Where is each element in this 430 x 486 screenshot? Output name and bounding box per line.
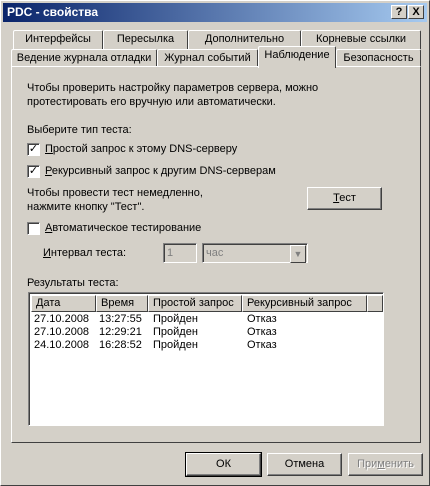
row-simple: Пройден (153, 313, 198, 325)
intro-text-line1: Чтобы проверить настройку параметров сер… (27, 82, 319, 94)
row-date: 24.10.2008 (34, 339, 90, 351)
interval-unit-value: час (206, 247, 224, 259)
row-time: 13:27:55 (99, 313, 142, 325)
column-header-filler (367, 295, 383, 312)
properties-dialog: PDC - свойства ? X Интерфейсы Пересылка … (0, 0, 430, 486)
column-header-simple-query[interactable]: Простой запрос (148, 295, 242, 312)
ok-button[interactable]: ОК (185, 452, 262, 477)
row-date: 27.10.2008 (34, 313, 90, 325)
help-button[interactable]: ? (391, 5, 407, 19)
window-title: PDC - свойства (7, 5, 99, 19)
table-row[interactable]: 24.10.2008 16:28:52 Пройден Отказ (29, 339, 383, 352)
interval-label: Интервал теста: (43, 247, 127, 259)
simple-query-checkbox[interactable]: ✓ (27, 143, 40, 156)
column-header-date[interactable]: Дата (31, 295, 96, 312)
column-header-time[interactable]: Время (96, 295, 148, 312)
simple-query-label[interactable]: Простой запрос к этому DNS-серверу (45, 143, 237, 155)
auto-test-label[interactable]: Автоматическое тестирование (45, 222, 201, 234)
tab-forwarders[interactable]: Пересылка (103, 30, 188, 49)
chevron-down-icon[interactable]: ▼ (290, 245, 306, 263)
row-time: 16:28:52 (99, 339, 142, 351)
results-label: Результаты теста: (27, 277, 119, 289)
column-header-recursive-query[interactable]: Рекурсивный запрос (242, 295, 367, 312)
run-now-text-line1: Чтобы провести тест немедленно, (27, 187, 203, 199)
test-type-label: Выберите тип теста: (27, 124, 132, 136)
row-simple: Пройден (153, 326, 198, 338)
row-recursive: Отказ (247, 326, 277, 338)
recursive-query-label[interactable]: Рекурсивный запрос к другим DNS-серверам (45, 165, 276, 177)
table-row[interactable]: 27.10.2008 13:27:55 Пройден Отказ (29, 313, 383, 326)
interval-value-input[interactable]: 1 (163, 243, 197, 263)
interval-unit-select[interactable]: час ▼ (202, 243, 308, 263)
recursive-query-checkbox[interactable]: ✓ (27, 165, 40, 178)
row-recursive: Отказ (247, 339, 277, 351)
test-button[interactable]: Тест (307, 187, 382, 210)
row-recursive: Отказ (247, 313, 277, 325)
title-bar: PDC - свойства ? X (3, 3, 427, 22)
table-row[interactable]: 27.10.2008 12:29:21 Пройден Отказ (29, 326, 383, 339)
intro-text-line2: протестировать его вручную или автоматич… (27, 96, 276, 108)
tab-interfaces[interactable]: Интерфейсы (13, 30, 103, 49)
row-simple: Пройден (153, 339, 198, 351)
tab-monitoring[interactable]: Наблюдение (258, 46, 336, 68)
results-list[interactable]: Дата Время Простой запрос Рекурсивный за… (28, 292, 384, 426)
run-now-text-line2: нажмите кнопку "Тест". (27, 201, 145, 213)
cancel-button[interactable]: Отмена (267, 453, 342, 476)
row-time: 12:29:21 (99, 326, 142, 338)
apply-button[interactable]: Применить (348, 453, 423, 476)
row-date: 27.10.2008 (34, 326, 90, 338)
auto-test-checkbox[interactable] (27, 222, 40, 235)
close-button[interactable]: X (408, 5, 424, 19)
